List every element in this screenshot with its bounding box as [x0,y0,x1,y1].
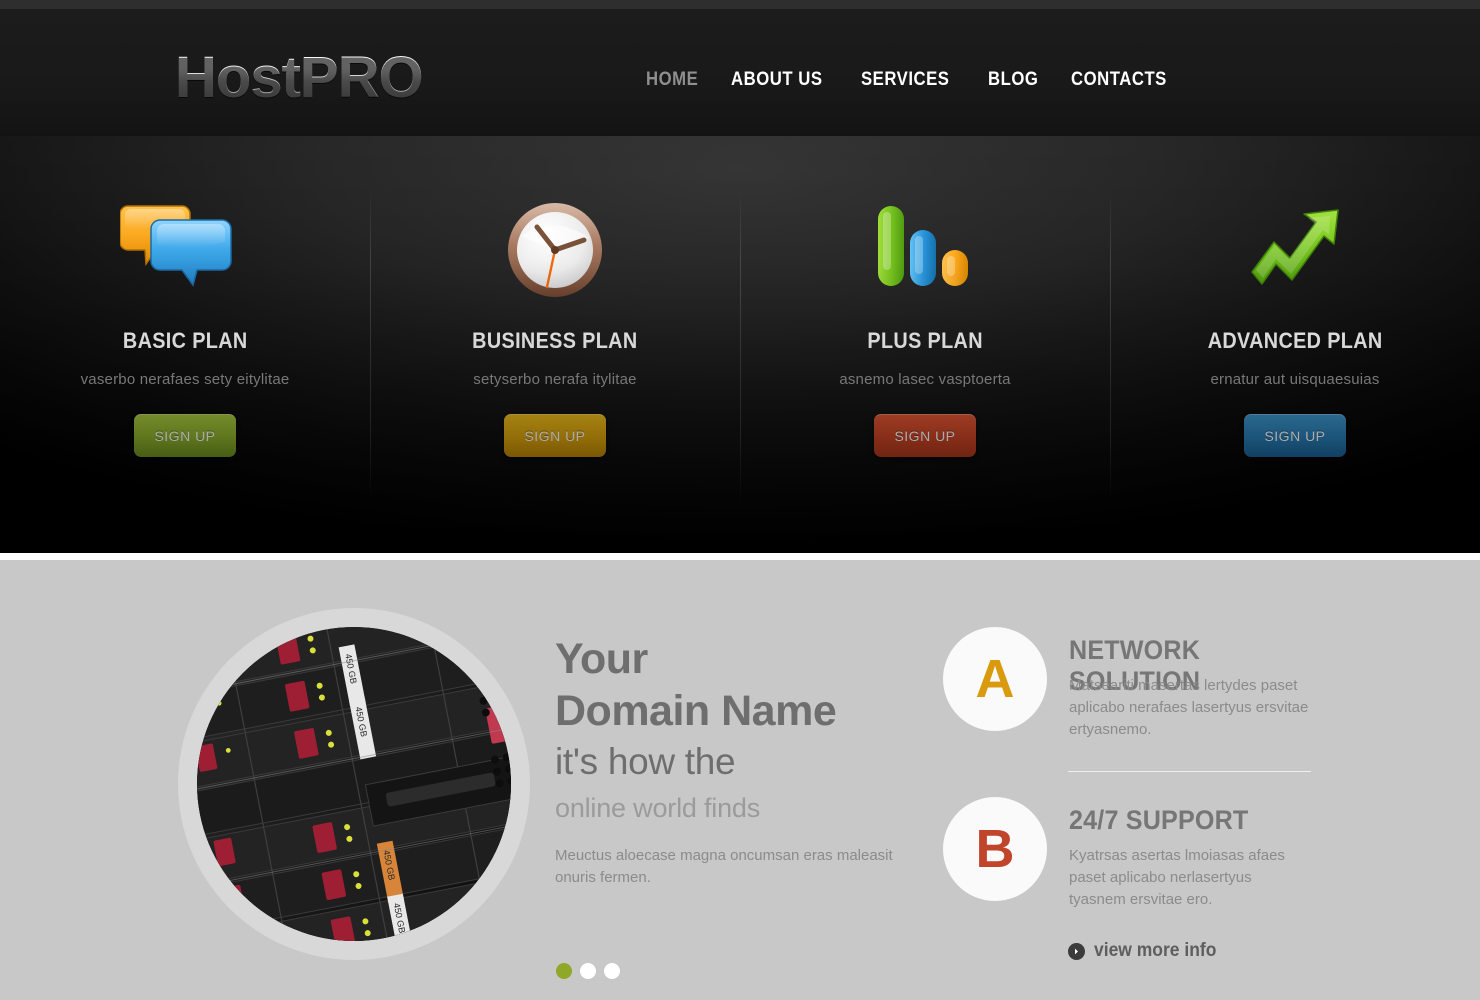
promo-image-ring: 450 GB 450 GB 450 GB 450 GB [178,608,530,960]
growth-arrow-icon [1230,192,1360,322]
feature-title: 24/7 SUPPORT [1069,805,1249,835]
chevron-right-icon [1068,942,1085,960]
nav-item-about-us[interactable]: ABOUT US [731,69,823,91]
slider-dot-2[interactable] [580,963,596,979]
headline-line-2: Domain Name [555,687,837,735]
features-list: A NETWORK SOLUTION Matseariti masertas l… [943,627,1313,949]
bar-chart-icon [860,192,990,322]
slider-dot-1[interactable] [556,963,572,979]
feature-body: Matseariti masertas lertydes paset aplic… [1069,677,1309,738]
site-header: HostPRO HOME ABOUT US SERVICES BLOG CONT… [0,9,1480,136]
plan-card-business[interactable]: BUSINESS PLAN setyserbo nerafa itylitae … [370,136,740,553]
plan-card-plus[interactable]: PLUS PLAN asnemo lasec vasptoerta SIGN U… [740,136,1110,553]
plan-description: setyserbo nerafa itylitae [473,371,637,388]
headline-line-4: online world finds [555,793,761,823]
nav-item-services[interactable]: SERVICES [861,69,949,91]
site-logo[interactable]: HostPRO [175,44,424,111]
slider-dot-3[interactable] [604,963,620,979]
plan-description: ernatur aut uisquaesuias [1210,371,1380,388]
nav-item-blog[interactable]: BLOG [988,69,1038,91]
plan-card-advanced[interactable]: ADVANCED PLAN ernatur aut uisquaesuias S… [1110,136,1480,553]
plans-row: BASIC PLAN vaserbo nerafaes sety eitylit… [0,136,1480,553]
view-more-info-link[interactable]: view more info [1068,940,1227,962]
promo-headline-block: Your Domain Name it's how the online wor… [555,633,915,889]
plan-description: vaserbo nerafaes sety eitylitae [80,371,290,388]
view-more-info-label: view more info [1094,940,1217,961]
feature-network-solution: A NETWORK SOLUTION Matseariti masertas l… [943,627,1313,779]
feature-body: Kyatrsas asertas lmoiasas afaes paset ap… [1069,847,1285,908]
signup-button-business[interactable]: SIGN UP [504,414,606,457]
plan-title: BUSINESS PLAN [472,328,638,353]
nav-item-home[interactable]: HOME [646,69,698,91]
nav-item-contacts[interactable]: CONTACTS [1071,69,1167,91]
plan-card-basic[interactable]: BASIC PLAN vaserbo nerafaes sety eitylit… [0,136,370,553]
top-bar [0,0,1480,18]
headline-line-1: Your [555,635,648,683]
clock-icon [490,192,620,322]
feature-badge-a: A [943,627,1047,731]
section-divider [0,553,1480,560]
signup-button-basic[interactable]: SIGN UP [134,414,236,457]
slider-dots [556,963,620,979]
feature-badge-b: B [943,797,1047,901]
promo-body-text: Meuctus aloecase magna oncumsan eras mal… [555,847,893,886]
feature-separator [1068,771,1311,772]
headline-line-3: it's how the [555,741,736,782]
signup-button-advanced[interactable]: SIGN UP [1244,414,1346,457]
main-navigation: HOME ABOUT US SERVICES BLOG CONTACTS [646,69,1180,91]
server-rack-photo: 450 GB 450 GB 450 GB 450 GB [197,627,511,941]
plans-hero-section: BASIC PLAN vaserbo nerafaes sety eitylit… [0,136,1480,553]
plan-description: asnemo lasec vasptoerta [839,371,1011,388]
feature-24-7-support: B 24/7 SUPPORT Kyatrsas asertas lmoiasas… [943,771,1313,949]
plan-title: BASIC PLAN [122,328,248,353]
speech-bubbles-icon [120,192,250,322]
plan-title: ADVANCED PLAN [1207,328,1383,353]
signup-button-plus[interactable]: SIGN UP [874,414,976,457]
plan-title: PLUS PLAN [867,328,983,353]
